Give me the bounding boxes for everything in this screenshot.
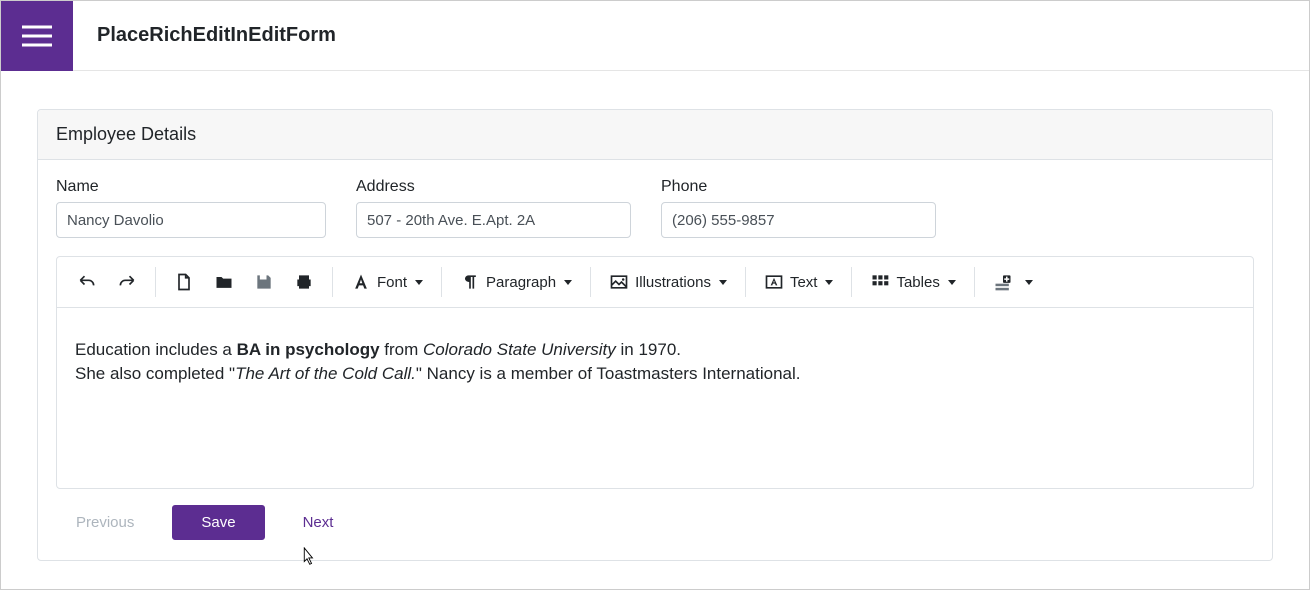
save-document-button[interactable]: [246, 268, 282, 296]
name-input[interactable]: [56, 202, 326, 238]
app-title: PlaceRichEditInEditForm: [97, 24, 336, 47]
table-grid-icon: [870, 272, 890, 292]
address-input[interactable]: [356, 202, 631, 238]
hamburger-menu-button[interactable]: [1, 1, 73, 71]
redo-icon: [117, 272, 137, 292]
name-label: Name: [56, 178, 326, 196]
text-dropdown-label: Text: [790, 274, 818, 291]
font-dropdown[interactable]: Font: [343, 268, 431, 296]
undo-button[interactable]: [69, 268, 105, 296]
hamburger-icon: [22, 25, 52, 47]
new-document-icon: [174, 272, 194, 292]
rich-text-editor: Font Paragraph Illustrations: [56, 256, 1254, 489]
caret-down-icon: [825, 280, 833, 285]
paragraph-dropdown-label: Paragraph: [486, 274, 556, 291]
editor-line: She also completed "The Art of the Cold …: [75, 362, 1235, 386]
topbar: PlaceRichEditInEditForm: [1, 1, 1309, 71]
previous-button[interactable]: Previous: [66, 506, 144, 539]
new-document-button[interactable]: [166, 268, 202, 296]
insert-field-icon: [993, 272, 1013, 292]
picture-icon: [609, 272, 629, 292]
caret-down-icon: [948, 280, 956, 285]
illustrations-dropdown[interactable]: Illustrations: [601, 268, 735, 296]
caret-down-icon: [719, 280, 727, 285]
caret-down-icon: [564, 280, 572, 285]
font-dropdown-label: Font: [377, 274, 407, 291]
field-row: Name Address Phone: [56, 178, 1254, 238]
phone-label: Phone: [661, 178, 936, 196]
undo-icon: [77, 272, 97, 292]
folder-icon: [214, 272, 234, 292]
insert-dropdown[interactable]: [985, 268, 1041, 296]
paragraph-dropdown[interactable]: Paragraph: [452, 268, 580, 296]
text-dropdown[interactable]: Text: [756, 268, 842, 296]
footer-actions: Previous Save Next: [56, 505, 1254, 560]
textbox-icon: [764, 272, 784, 292]
caret-down-icon: [415, 280, 423, 285]
employee-details-card: Employee Details Name Address Phone: [37, 109, 1273, 561]
printer-icon: [294, 272, 314, 292]
card-header: Employee Details: [38, 110, 1272, 160]
redo-button[interactable]: [109, 268, 145, 296]
floppy-disk-icon: [254, 272, 274, 292]
tables-dropdown[interactable]: Tables: [862, 268, 963, 296]
next-button[interactable]: Next: [293, 506, 344, 539]
caret-down-icon: [1025, 280, 1033, 285]
tables-dropdown-label: Tables: [896, 274, 939, 291]
pilcrow-icon: [460, 272, 480, 292]
print-button[interactable]: [286, 268, 322, 296]
phone-input[interactable]: [661, 202, 936, 238]
illustrations-dropdown-label: Illustrations: [635, 274, 711, 291]
editor-toolbar: Font Paragraph Illustrations: [57, 257, 1253, 308]
editor-line: Education includes a BA in psychology fr…: [75, 338, 1235, 362]
font-a-icon: [351, 272, 371, 292]
open-button[interactable]: [206, 268, 242, 296]
editor-content-area[interactable]: Education includes a BA in psychology fr…: [57, 308, 1253, 488]
save-button[interactable]: Save: [172, 505, 264, 540]
address-label: Address: [356, 178, 631, 196]
